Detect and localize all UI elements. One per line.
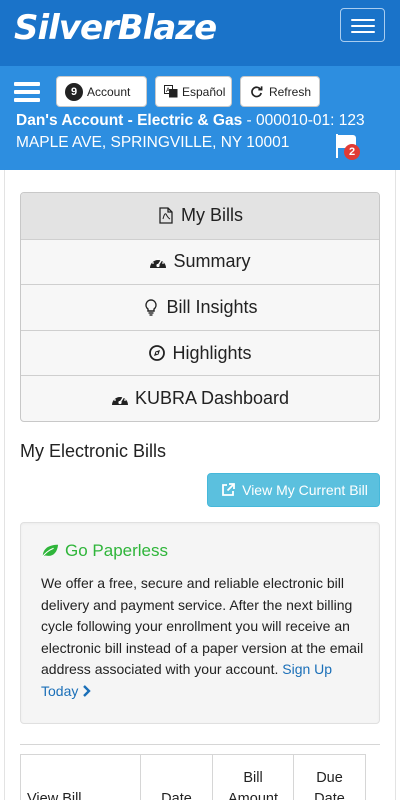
nav-item-label: Highlights	[172, 342, 252, 363]
external-link-icon	[219, 481, 237, 499]
nav-item-summary[interactable]: Summary	[21, 238, 379, 285]
menu-icon[interactable]	[14, 82, 42, 104]
bills-table: View Bill Date Bill Amount Due Date	[20, 754, 366, 800]
go-paperless-title: Go Paperless	[41, 541, 168, 561]
dashboard-gauge-icon	[111, 390, 129, 408]
column-header-date[interactable]: Date	[140, 754, 213, 800]
lightbulb-icon	[142, 298, 160, 316]
column-header-due-date[interactable]: Due Date	[293, 754, 366, 800]
nav-item-label: Bill Insights	[166, 296, 258, 317]
nav-item-label: KUBRA Dashboard	[134, 388, 290, 409]
nav-item-label: Summary	[173, 251, 251, 272]
account-button[interactable]: 9 Account	[56, 76, 147, 107]
account-summary: Dan's Account - Electric & Gas - 000010-…	[16, 110, 376, 154]
go-paperless-title-text: Go Paperless	[65, 541, 168, 560]
chevron-right-icon	[83, 684, 91, 697]
account-button-label: Account	[87, 84, 131, 99]
account-banner: 9 Account A Español Refresh Dan's Accoun…	[0, 66, 400, 170]
nav-item-bill-insights[interactable]: Bill Insights	[21, 284, 379, 330]
notifications-flag-icon[interactable]: 2	[334, 134, 360, 160]
nav-item-kubra-dashboard[interactable]: KUBRA Dashboard	[21, 375, 379, 421]
column-header-bill-amount[interactable]: Bill Amount	[212, 754, 294, 800]
leaf-icon	[41, 542, 59, 560]
account-name: Dan's Account - Electric & Gas	[16, 112, 243, 129]
nav-item-my-bills[interactable]: My Bills	[21, 193, 379, 239]
pdf-file-icon	[157, 207, 175, 225]
dashboard-gauge-icon	[149, 253, 167, 271]
view-current-bill-button[interactable]: View My Current Bill	[207, 473, 380, 507]
refresh-button-label: Refresh	[268, 84, 311, 99]
go-paperless-body: We offer a free, secure and reliable ele…	[41, 573, 366, 702]
brand-logo[interactable]: SilverBlaze	[14, 8, 217, 48]
view-current-bill-label: View My Current Bill	[242, 482, 368, 498]
refresh-button[interactable]: Refresh	[240, 76, 320, 107]
section-title: My Electronic Bills	[20, 441, 167, 461]
nav-item-label: My Bills	[181, 205, 243, 226]
account-count-badge: 9	[65, 82, 83, 101]
espanol-button[interactable]: A Español	[155, 76, 232, 107]
espanol-button-label: Español	[182, 84, 226, 99]
column-header-view-bill[interactable]: View Bill	[20, 754, 141, 800]
bill-nav-list: My Bills Summary Bill Insights Highlight…	[20, 192, 380, 422]
nav-item-highlights[interactable]: Highlights	[21, 329, 379, 376]
notification-count-badge: 2	[344, 144, 360, 160]
go-paperless-panel: Go Paperless We offer a free, secure and…	[20, 522, 380, 724]
language-icon: A	[164, 83, 178, 101]
compass-icon	[148, 344, 166, 362]
table-header-row: View Bill Date Bill Amount Due Date	[20, 754, 366, 800]
navbar-toggle-button[interactable]	[340, 8, 385, 42]
refresh-icon	[249, 83, 265, 101]
top-navbar: SilverBlaze	[0, 0, 400, 66]
bills-table-wrapper: View Bill Date Bill Amount Due Date	[20, 744, 380, 800]
